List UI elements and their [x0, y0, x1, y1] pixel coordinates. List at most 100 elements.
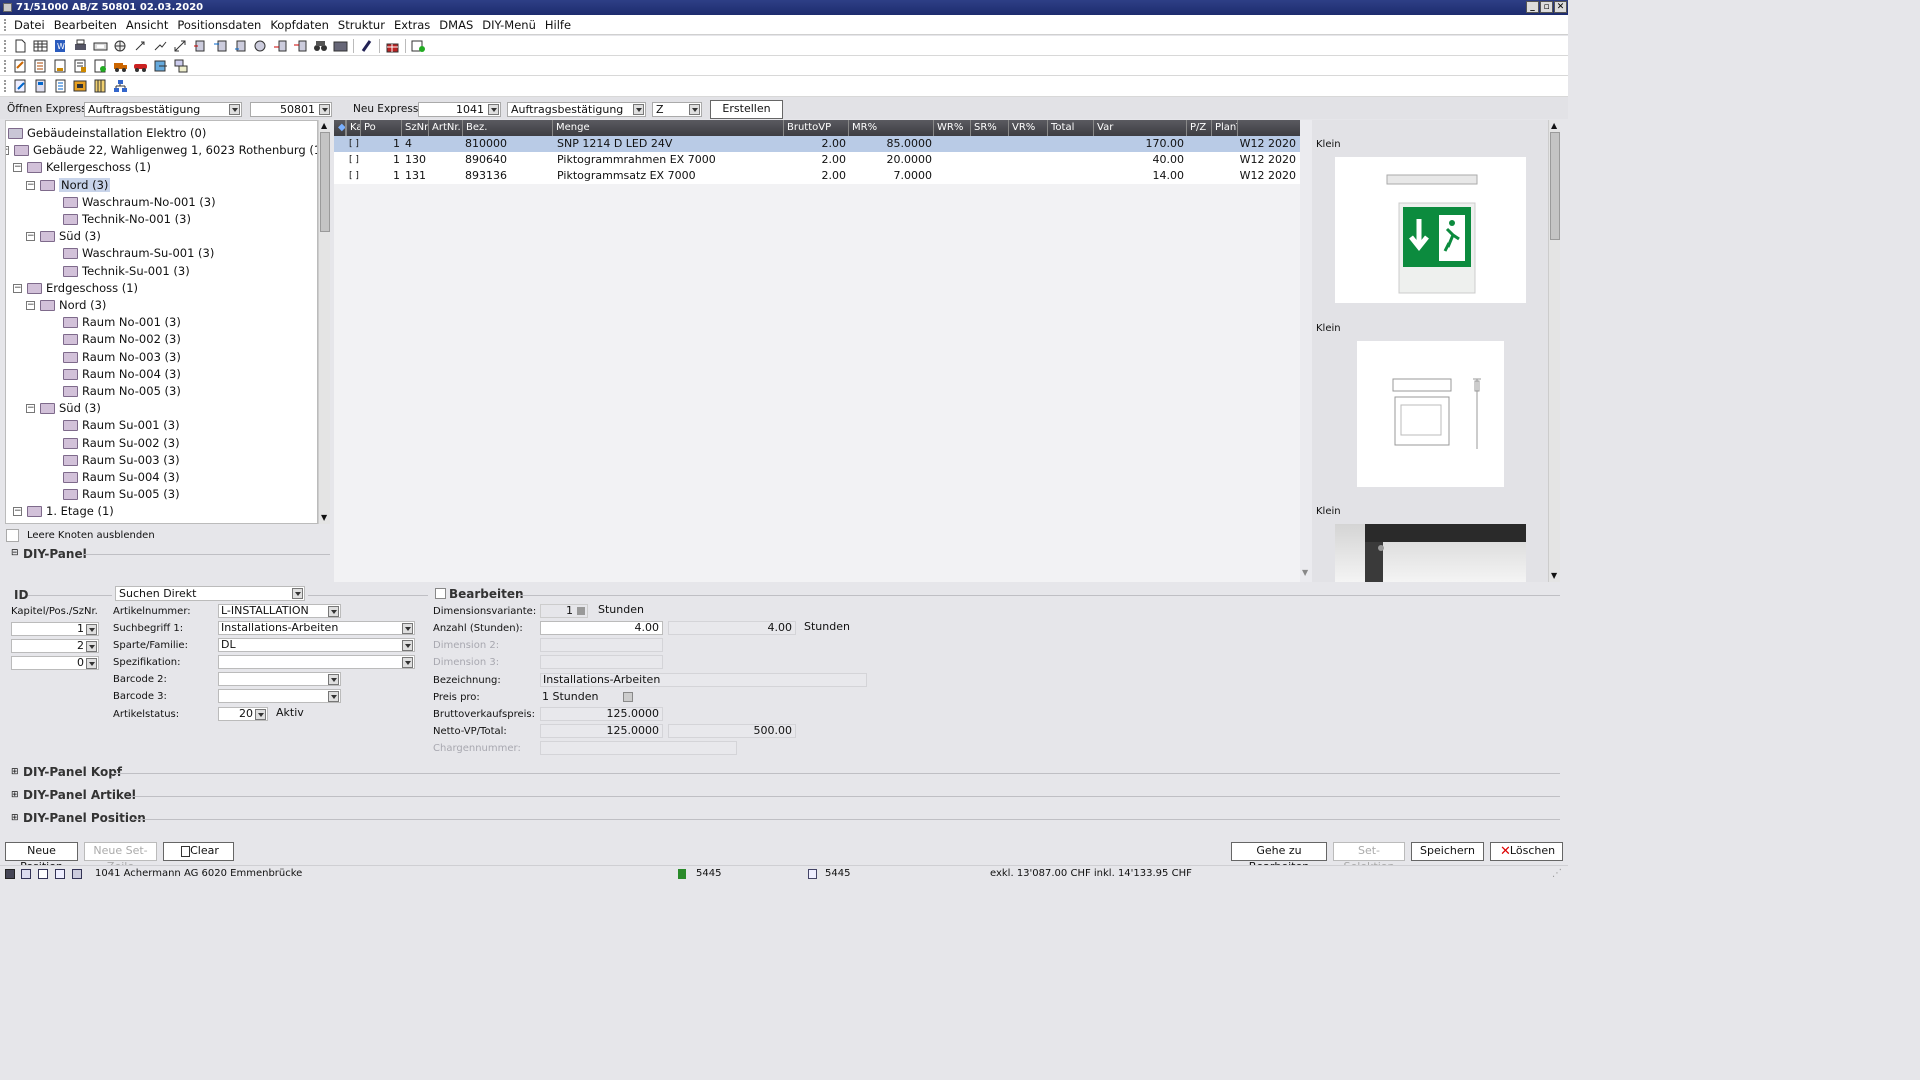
grid-column-header[interactable]: MR%	[849, 120, 934, 136]
car-icon[interactable]	[133, 59, 148, 73]
chevron-down-icon[interactable]	[229, 104, 240, 115]
doc-grid-icon[interactable]	[73, 59, 88, 73]
grid-column-header[interactable]: PlanTerm.	[1212, 120, 1238, 136]
indent-icon[interactable]	[213, 39, 228, 53]
export-doc-icon[interactable]	[13, 79, 28, 93]
anzahl-input[interactable]: 4.00	[540, 621, 663, 635]
structure-tree[interactable]: Gebäudeinstallation Elektro (0) − Gebäude …	[5, 120, 318, 524]
chevron-down-icon[interactable]	[86, 641, 97, 652]
neu-z-select[interactable]: Z	[652, 102, 702, 117]
chevron-down-icon[interactable]	[689, 104, 700, 115]
menu-ansicht[interactable]: Ansicht	[126, 18, 168, 32]
flag-icon[interactable]	[359, 39, 374, 53]
grid-column-header[interactable]: ArtNr.	[429, 120, 463, 136]
position-input[interactable]: 2	[11, 639, 99, 653]
tree-collapse-icon[interactable]: −	[13, 163, 22, 173]
table-row[interactable]: [ ] 1 130 890640 Piktogrammrahmen EX 7000 2.0…	[334, 152, 1300, 168]
product-photo[interactable]	[1335, 524, 1526, 582]
table-icon[interactable]	[33, 39, 48, 53]
sort-icon[interactable]	[253, 39, 268, 53]
link-arrow-icon[interactable]	[153, 39, 168, 53]
menu-datei[interactable]: Datei	[14, 18, 45, 32]
grid-scrollbar[interactable]: ▼	[1300, 120, 1312, 582]
oeffnen-number-input[interactable]: 50801	[250, 102, 332, 117]
doc-edit-icon[interactable]	[13, 59, 28, 73]
chevron-down-icon[interactable]	[319, 104, 330, 115]
scroll-down-icon[interactable]: ▼	[321, 513, 327, 522]
leere-knoten-checkbox[interactable]	[6, 529, 19, 542]
collapse-icon[interactable]: ⊟	[11, 548, 19, 558]
status-grid-icon[interactable]	[38, 869, 48, 879]
grid-column-header[interactable]: VR%	[1009, 120, 1048, 136]
status-list-icon[interactable]	[21, 869, 31, 879]
image-scrollbar-thumb[interactable]	[1550, 132, 1560, 240]
dimvar-button[interactable]	[577, 607, 585, 615]
tree-collapse-icon[interactable]: −	[26, 180, 35, 190]
maximize-button[interactable]: ▫	[1540, 1, 1553, 13]
neue-set-zeile-button[interactable]: Neue Set-Zeile	[84, 842, 157, 873]
image-scrollbar[interactable]: ▲ ▼	[1548, 120, 1560, 582]
word-icon[interactable]: W	[53, 39, 68, 53]
oeffnen-type-select[interactable]: Auftragsbestätigung	[84, 102, 242, 117]
diy-kopf-title[interactable]: DIY-Panel Kopf	[23, 765, 122, 779]
menu-bearbeiten[interactable]: Bearbeiten	[54, 18, 117, 32]
close-button[interactable]: ✕	[1554, 1, 1567, 13]
chevron-down-icon[interactable]	[292, 588, 303, 599]
chevron-down-icon[interactable]	[633, 104, 644, 115]
doc-list-icon[interactable]	[33, 59, 48, 73]
network-icon[interactable]	[173, 59, 188, 73]
add-table-icon[interactable]	[411, 39, 426, 53]
chevron-down-icon[interactable]	[328, 691, 339, 702]
grid-column-header[interactable]: WR%	[934, 120, 971, 136]
window-system-icon[interactable]	[3, 3, 12, 12]
gehe-zu-bearbeiten-button[interactable]: Gehe zu Bearbeiten	[1231, 842, 1327, 873]
chevron-down-icon[interactable]	[86, 658, 97, 669]
link-icon[interactable]	[133, 39, 148, 53]
loeschen-button[interactable]: ✕ Löschen	[1490, 842, 1563, 861]
scroll-up-icon[interactable]: ▲	[1551, 121, 1557, 130]
neu-number-input[interactable]: 1041	[418, 102, 501, 117]
chevron-down-icon[interactable]	[328, 674, 339, 685]
row-checkbox[interactable]: [ ]	[347, 168, 361, 184]
menu-extras[interactable]: Extras	[394, 18, 430, 32]
expand-icon[interactable]: ⊞	[11, 813, 19, 823]
expand-icon[interactable]: ⊞	[11, 767, 19, 777]
list-doc-icon[interactable]	[53, 79, 68, 93]
tree-collapse-icon[interactable]: −	[13, 507, 22, 517]
tree-collapse-icon[interactable]: −	[26, 404, 35, 414]
binoculars-icon[interactable]	[313, 39, 328, 53]
up-icon[interactable]	[273, 39, 288, 53]
calc-doc-icon[interactable]	[33, 79, 48, 93]
menu-positionsdaten[interactable]: Positionsdaten	[177, 18, 261, 32]
bearbeiten-checkbox[interactable]	[435, 588, 446, 599]
hierarchy-icon[interactable]	[113, 79, 128, 93]
globe-icon[interactable]	[113, 39, 128, 53]
orange-box-icon[interactable]	[73, 79, 88, 93]
chevron-down-icon[interactable]	[86, 624, 97, 635]
neu-type-select[interactable]: Auftragsbestätigung	[507, 102, 646, 117]
barcode3-input[interactable]	[218, 689, 341, 703]
columns-icon[interactable]	[93, 79, 108, 93]
scroll-up-icon[interactable]: ▲	[321, 121, 327, 130]
expand-icon[interactable]: ⊞	[11, 790, 19, 800]
chevron-down-icon[interactable]	[328, 606, 339, 617]
menu-struktur[interactable]: Struktur	[338, 18, 385, 32]
diy-position-title[interactable]: DIY-Panel Position	[23, 811, 146, 825]
dimvar-input[interactable]: 1	[540, 604, 588, 618]
select-all-icon[interactable]: ◆	[335, 120, 346, 136]
suchbegriff-input[interactable]: Installations-Arbeiten	[218, 621, 415, 635]
erstellen-button[interactable]: Erstellen	[710, 100, 783, 119]
grid-icon[interactable]	[333, 39, 348, 53]
row-checkbox[interactable]: [ ]	[347, 152, 361, 168]
spezifikation-input[interactable]	[218, 655, 415, 669]
grid-column-header[interactable]: Kapite	[347, 120, 361, 136]
grid-column-header[interactable]: Po	[361, 120, 402, 136]
expand-icon[interactable]	[173, 39, 188, 53]
clear-button[interactable]: Clear	[163, 842, 234, 861]
kapitel-input[interactable]: 1	[11, 622, 99, 636]
chevron-down-icon[interactable]	[488, 104, 499, 115]
truck-icon[interactable]	[113, 59, 128, 73]
print-icon[interactable]	[73, 39, 88, 53]
scroll-down-icon[interactable]: ▼	[1551, 571, 1557, 580]
exit-sign-photo[interactable]	[1335, 157, 1526, 303]
